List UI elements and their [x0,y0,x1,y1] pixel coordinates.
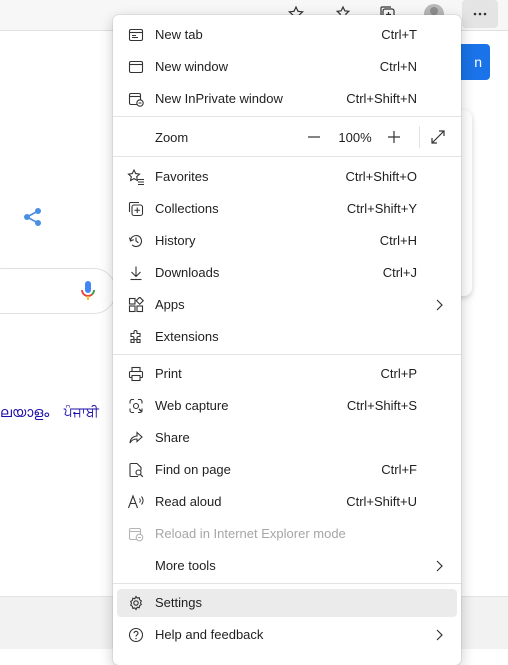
menu-item-shortcut: Ctrl+T [381,27,417,42]
ie-mode-icon [127,525,145,543]
menu-item-downloads[interactable]: Downloads Ctrl+J [117,259,457,287]
language-link[interactable]: ലയാളം [0,405,49,421]
language-link[interactable]: ਪੰਜਾਬੀ [64,405,99,421]
menu-item-history[interactable]: History Ctrl+H [117,227,457,255]
menu-item-shortcut: Ctrl+Shift+S [346,398,417,413]
menu-item-shortcut: Ctrl+J [382,265,417,280]
menu-item-shortcut: Ctrl+Shift+U [346,494,417,509]
apps-icon [127,296,145,314]
menu-item-shortcut: Ctrl+N [379,59,417,74]
menu-item-label: Read aloud [155,494,222,509]
menu-item-label: Web capture [155,398,229,413]
menu-item-shortcut: Ctrl+F [381,462,417,477]
menu-item-shortcut: Ctrl+H [379,233,417,248]
zoom-divider [419,126,420,148]
minus-icon [307,130,321,144]
download-icon [127,264,145,282]
language-links: ലയാളം ਪੰਜਾਬੀ [0,405,109,421]
menu-item-label: New window [155,59,228,74]
menu-item-extensions[interactable]: Extensions [117,323,457,351]
menu-item-label: More tools [155,558,216,573]
menu-item-label: Print [155,366,182,381]
history-icon [127,232,145,250]
menu-item-new-inprivate-window[interactable]: New InPrivate window Ctrl+Shift+N [117,85,457,113]
collections-icon [127,200,145,218]
find-icon [127,461,145,479]
share-icon [127,429,145,447]
menu-item-shortcut: Ctrl+Shift+N [346,91,417,106]
menu-item-shortcut: Ctrl+Shift+Y [346,201,417,216]
full-screen-icon [430,129,446,145]
page-search-box[interactable] [0,268,116,314]
menu-item-print[interactable]: Print Ctrl+P [117,360,457,388]
menu-item-label: Share [155,430,190,445]
chevron-right-icon [433,628,445,642]
new-window-icon [127,58,145,76]
menu-item-collections[interactable]: Collections Ctrl+Shift+Y [117,195,457,223]
menu-item-share[interactable]: Share [117,424,457,452]
page-blue-button-label: n [474,54,482,70]
help-icon [127,626,145,644]
menu-item-label: New tab [155,27,203,42]
chevron-right-icon [433,559,445,573]
menu-item-more-tools[interactable]: More tools [117,552,457,580]
extensions-icon [127,328,145,346]
menu-item-reload-ie-mode: Reload in Internet Explorer mode [117,520,457,548]
menu-item-web-capture[interactable]: Web capture Ctrl+Shift+S [117,392,457,420]
full-screen-button[interactable] [423,122,453,152]
web-capture-icon [127,397,145,415]
print-icon [127,365,145,383]
menu-separator [113,156,461,157]
menu-item-new-window[interactable]: New window Ctrl+N [117,53,457,81]
gear-icon [127,594,145,612]
menu-item-label: Favorites [155,169,209,184]
chevron-right-icon [433,298,445,312]
inprivate-icon [127,90,145,108]
zoom-in-button[interactable] [379,122,409,152]
menu-separator [113,354,461,355]
menu-item-label: History [155,233,196,248]
favorites-icon [127,168,145,186]
menu-item-label: Reload in Internet Explorer mode [155,526,346,541]
menu-item-label: Collections [155,201,219,216]
menu-item-apps[interactable]: Apps [117,291,457,319]
settings-and-more-menu: New tab Ctrl+T New window Ctrl+N New InP… [113,15,461,665]
menu-item-new-tab[interactable]: New tab Ctrl+T [117,21,457,49]
menu-item-settings[interactable]: Settings [117,589,457,617]
menu-item-favorites[interactable]: Favorites Ctrl+Shift+O [117,163,457,191]
menu-item-label: Downloads [155,265,220,280]
plus-icon [387,130,401,144]
menu-item-label: Settings [155,595,202,610]
settings-and-more-button[interactable] [462,0,498,28]
read-aloud-icon [127,493,145,511]
menu-item-help-and-feedback[interactable]: Help and feedback [117,621,457,649]
zoom-out-button[interactable] [299,122,329,152]
new-tab-icon [127,26,145,44]
menu-item-shortcut: Ctrl+Shift+O [345,169,417,184]
menu-separator [113,583,461,584]
menu-item-label: Extensions [155,329,219,344]
menu-item-label: Find on page [155,462,231,477]
menu-item-shortcut: Ctrl+P [380,366,417,381]
menu-item-label: New InPrivate window [155,91,283,106]
zoom-control: Zoom 100% [117,122,457,152]
more-dots-icon [471,5,489,23]
menu-item-read-aloud[interactable]: Read aloud Ctrl+Shift+U [117,488,457,516]
zoom-level: 100% [338,130,372,145]
menu-item-label: Apps [155,297,185,312]
menu-item-label: Help and feedback [155,627,264,642]
menu-item-find-on-page[interactable]: Find on page Ctrl+F [117,456,457,484]
microphone-icon[interactable] [80,280,96,302]
page-share-icon[interactable] [22,206,44,228]
menu-separator [113,116,461,117]
zoom-label: Zoom [155,130,189,145]
